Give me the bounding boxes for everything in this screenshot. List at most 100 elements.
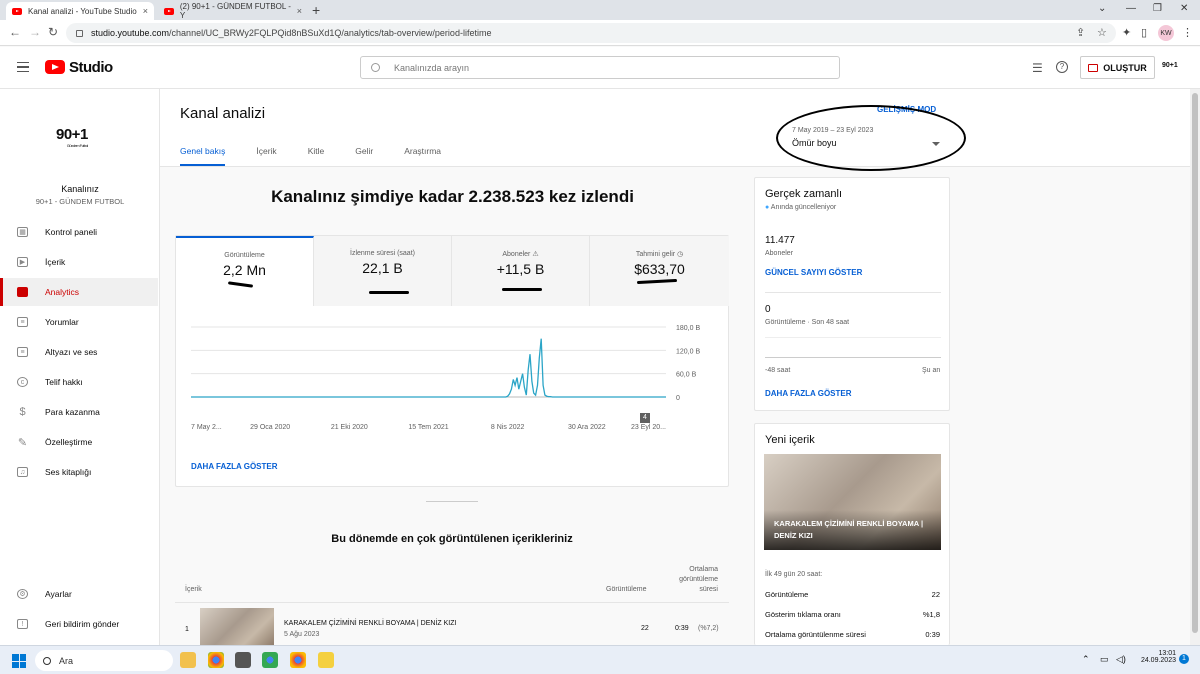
side-panel-icon[interactable]: ▯ — [1141, 26, 1147, 39]
metric-label-text: Aboneler — [502, 251, 531, 258]
divider — [175, 602, 729, 603]
metric-subscribers[interactable]: Aboneler ⚠ +11,5 B — [452, 236, 590, 306]
volume-icon[interactable]: ◁) — [1116, 654, 1126, 665]
close-window-icon[interactable]: ✕ — [1180, 3, 1188, 14]
tab-content[interactable]: İçerik — [256, 146, 276, 166]
sidebar-item-comments[interactable]: ≡ Yorumlar — [0, 308, 158, 336]
network-icon[interactable]: ▭ — [1100, 654, 1109, 665]
forward-icon[interactable]: → — [29, 25, 41, 39]
main-content: Kanal analizi Genel bakış İçerik Kitle G… — [160, 89, 1190, 648]
profile-avatar[interactable]: KW — [1158, 25, 1174, 41]
bookmark-star-icon[interactable]: ☆ — [1097, 26, 1107, 39]
share-icon[interactable]: ⇪ — [1076, 26, 1085, 39]
channel-logo-text: 90+1 — [56, 126, 88, 143]
windows-start-icon[interactable] — [12, 654, 26, 668]
overview-headline: Kanalınız şimdiye kadar 2.238.523 kez iz… — [271, 187, 634, 206]
row-rank: 1 — [185, 626, 189, 633]
video-thumbnail[interactable] — [200, 608, 274, 648]
messages-icon[interactable]: ☰ — [1032, 61, 1043, 75]
studio-logo-text[interactable]: Studio — [69, 59, 113, 76]
close-tab-icon[interactable]: × — [143, 6, 148, 16]
help-icon[interactable]: ? — [1056, 61, 1068, 73]
back-icon[interactable]: ← — [9, 25, 21, 39]
browser-tab-channel[interactable]: (2) 90+1 - GÜNDEM FUTBOL - Y × — [158, 2, 308, 20]
stat-value: %1,8 — [922, 610, 940, 619]
realtime-mini-chart[interactable] — [765, 337, 941, 358]
realtime-status-text: Anında güncelleniyor — [770, 204, 837, 211]
notification-badge[interactable]: 1 — [1179, 654, 1189, 664]
sidebar-item-dashboard[interactable]: ▦ Kontrol paneli — [0, 218, 158, 246]
channel-search-input[interactable]: Kanalınızda arayın — [360, 56, 840, 79]
views-line-chart[interactable]: 180,0 B 120,0 B 60,0 B 0 7 May 2... 29 Oca 20… — [176, 307, 730, 447]
realtime-show-more-button[interactable]: DAHA FAZLA GÖSTER — [765, 389, 852, 398]
address-host: studio.youtube.com — [91, 28, 170, 38]
channel-logo[interactable]: 90+1 Gündem Futbol — [56, 126, 88, 148]
file-explorer-icon[interactable] — [180, 652, 196, 668]
tab-search-chevron-icon[interactable]: ⌄ — [1098, 3, 1106, 14]
create-button[interactable]: OLUŞTUR — [1080, 56, 1155, 79]
col-avg-duration: Ortalama görüntüleme süresi — [679, 566, 718, 593]
sidebar-item-customization[interactable]: ✎ Özelleştirme — [0, 428, 158, 456]
close-tab-icon[interactable]: × — [297, 6, 302, 16]
sidebar-item-monetization[interactable]: $ Para kazanma — [0, 398, 158, 426]
sidebar-item-label: Geri bildirim gönder — [45, 619, 120, 629]
sidebar-item-subtitles[interactable]: ≡ Altyazı ve ses — [0, 338, 158, 366]
x-tick-label: 30 Ara 2022 — [568, 424, 606, 431]
address-bar[interactable]: studio.youtube.com/channel/UC_BRWy2FQLPQ… — [66, 23, 1116, 43]
chrome-icon[interactable] — [208, 652, 224, 668]
channel-logo-sub: Gündem Futbol — [66, 143, 89, 148]
chrome-icon[interactable] — [262, 652, 278, 668]
scrollbar-thumb[interactable] — [1192, 93, 1198, 633]
metric-revenue[interactable]: Tahmini gelir ◷ $633,70 — [590, 236, 729, 306]
realtime-subs-label: Aboneler — [765, 250, 794, 257]
audio-library-icon: ♫ — [17, 467, 28, 477]
sidebar-item-label: Telif hakkı — [45, 377, 83, 387]
minimize-icon[interactable]: — — [1126, 3, 1136, 14]
taskbar-clock[interactable]: 13:01 24.09.2023 — [1136, 650, 1176, 664]
browser-menu-icon[interactable]: ⋮ — [1182, 26, 1193, 39]
channel-avatar[interactable]: 90+1 — [1162, 62, 1178, 69]
tab-research[interactable]: Araştırma — [404, 146, 441, 166]
sidebar: 90+1 Gündem Futbol Kanalınız 90+1 - GÜND… — [0, 89, 160, 645]
metric-views[interactable]: Görüntüleme 2,2 Mn — [176, 236, 314, 306]
tab-overview[interactable]: Genel bakış — [180, 146, 226, 166]
row-avg: 0:39 — [675, 625, 689, 632]
youtube-logo-icon[interactable] — [45, 60, 65, 74]
tab-audience[interactable]: Kitle — [308, 146, 325, 166]
sidebar-item-analytics[interactable]: Analytics — [0, 278, 158, 306]
row-title[interactable]: KARAKALEM ÇİZİMİNİ RENKLİ BOYAMA | DENİZ… — [284, 620, 456, 627]
maximize-icon[interactable]: ❐ — [1153, 3, 1162, 14]
sidebar-item-content[interactable]: ▶ İçerik — [0, 248, 158, 276]
browser-tab-analytics[interactable]: Kanal analizi - YouTube Studio × — [6, 2, 154, 20]
sidebar-item-audio-library[interactable]: ♫ Ses kitaplığı — [0, 458, 158, 486]
app-icon[interactable] — [235, 652, 251, 668]
y-tick-label: 60,0 B — [676, 372, 697, 379]
reload-icon[interactable]: ↻ — [48, 25, 58, 39]
tray-chevron-icon[interactable]: ⌃ — [1082, 654, 1090, 665]
new-tab-button[interactable]: + — [312, 2, 320, 18]
analytics-tabs: Genel bakış İçerik Kitle Gelir Araştırma — [180, 146, 472, 166]
sidebar-item-feedback[interactable]: ! Geri bildirim gönder — [0, 610, 158, 638]
sidebar-item-label: Özelleştirme — [45, 437, 93, 447]
show-more-button[interactable]: DAHA FAZLA GÖSTER — [191, 462, 278, 471]
create-label: OLUŞTUR — [1103, 62, 1147, 73]
taskbar-search[interactable]: Ara — [35, 650, 173, 671]
page-scrollbar[interactable] — [1190, 89, 1200, 645]
menu-icon[interactable] — [17, 62, 29, 72]
extensions-icon[interactable]: ✦ — [1122, 26, 1131, 39]
address-path: /channel/UC_BRWy2FQLPQid8nBSuXd1Q/analyt… — [169, 28, 492, 38]
sidebar-item-settings[interactable]: ⚙ Ayarlar — [0, 580, 158, 608]
tab-revenue[interactable]: Gelir — [355, 146, 373, 166]
show-live-count-button[interactable]: GÜNCEL SAYIYI GÖSTER — [765, 268, 862, 277]
latest-video-thumbnail[interactable]: KARAKALEM ÇİZİMİNİ RENKLİ BOYAMA | DENİZ… — [764, 454, 941, 550]
app-icon[interactable] — [318, 652, 334, 668]
tab-title: (2) 90+1 - GÜNDEM FUTBOL - Y — [179, 2, 291, 20]
comments-icon: ≡ — [17, 317, 28, 327]
sidebar-item-copyright[interactable]: c Telif hakkı — [0, 368, 158, 396]
search-icon — [43, 656, 51, 665]
sidebar-item-label: Altyazı ve ses — [45, 347, 98, 357]
chart-annotation-badge[interactable]: 4 — [640, 413, 650, 423]
chrome-active-icon[interactable] — [290, 652, 306, 668]
overview-card: Görüntüleme 2,2 Mn İzlenme süresi (saat)… — [175, 235, 729, 487]
metric-watch-time[interactable]: İzlenme süresi (saat) 22,1 B — [314, 236, 452, 306]
